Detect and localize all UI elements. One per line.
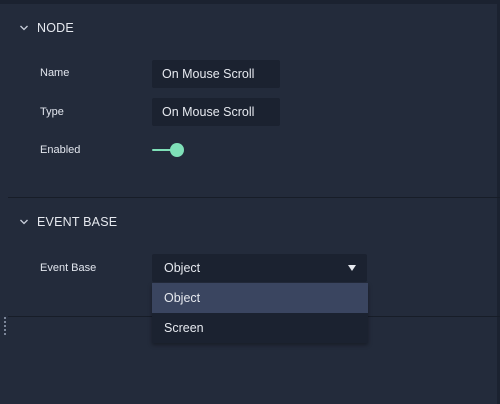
section-divider [8,197,500,198]
resize-handle-icon[interactable] [4,317,6,335]
dropdown-option-object[interactable]: Object [152,283,368,313]
event-base-dropdown: Object Screen [152,283,368,343]
enabled-label: Enabled [40,144,81,156]
event-base-selected-value: Object [164,261,201,275]
chevron-down-icon [20,25,28,31]
toggle-knob [170,143,184,157]
enabled-toggle[interactable] [152,142,186,158]
event-base-select[interactable]: Object [152,254,367,282]
dropdown-option-screen[interactable]: Screen [152,313,368,343]
panel-top-border [0,0,500,4]
caret-down-icon [348,265,356,271]
section-header-node[interactable]: NODE [18,18,74,38]
event-base-label: Event Base [40,262,97,274]
section-title-node: NODE [37,21,74,35]
section-header-event-base[interactable]: EVENT BASE [18,212,117,232]
type-label: Type [40,106,64,118]
section-title-event-base: EVENT BASE [37,215,118,229]
name-field[interactable]: On Mouse Scroll [152,60,280,88]
type-field[interactable]: On Mouse Scroll [152,98,280,126]
chevron-down-icon [20,219,28,225]
name-label: Name [40,67,70,79]
